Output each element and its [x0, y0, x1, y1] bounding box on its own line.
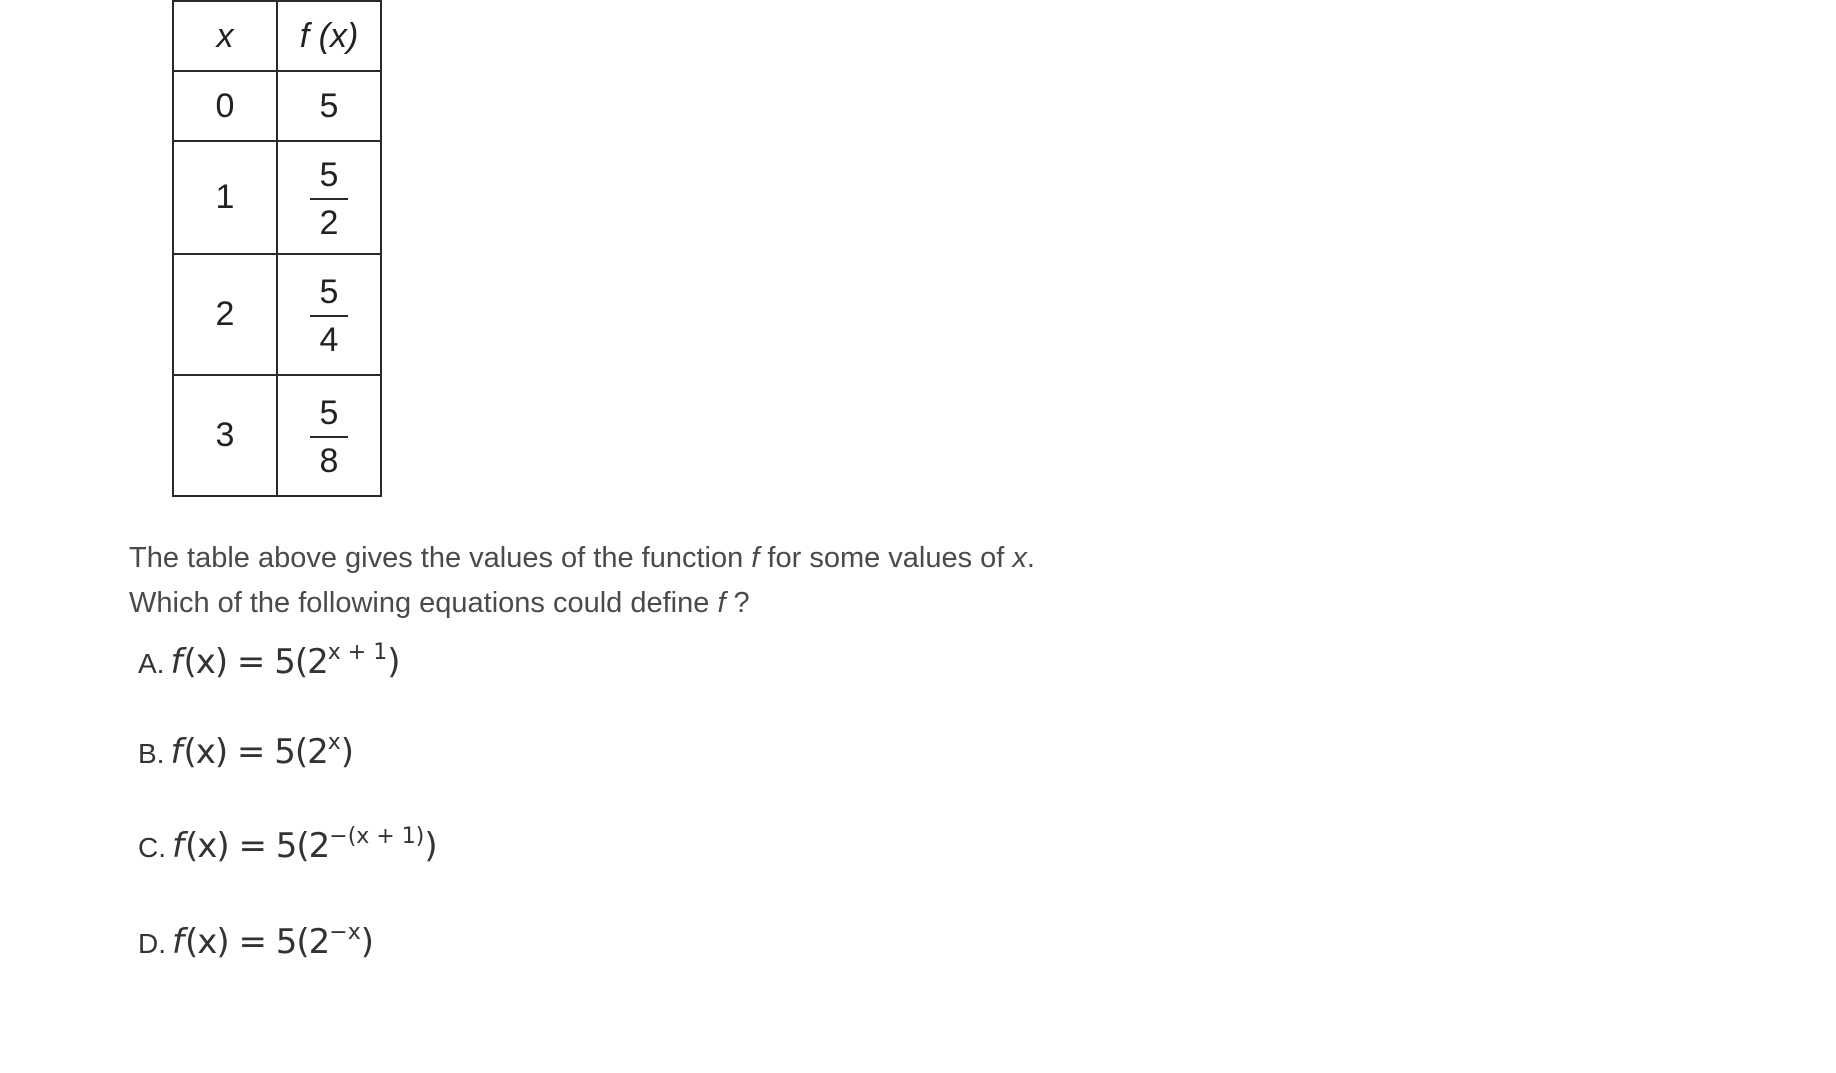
- eq-rhs: = 5(2: [227, 732, 329, 772]
- q1-part-c: .: [1026, 542, 1035, 574]
- cell-fx: 5 4: [276, 253, 382, 376]
- cell-x: 2: [172, 253, 278, 376]
- q2-part-a: Which of the following equations could d…: [129, 587, 718, 619]
- eq-fn: f: [172, 922, 184, 962]
- eq-exponent: −x: [329, 920, 361, 945]
- eq-fn: f: [172, 826, 184, 866]
- fraction-numerator: 5: [319, 272, 339, 311]
- table-row: 2 5 4: [172, 253, 382, 376]
- header-f-arg: (x): [318, 16, 359, 55]
- cell-fx: 5 2: [276, 140, 382, 255]
- choice-d[interactable]: D. f(x) = 5(2−x): [138, 920, 374, 962]
- page: x f (x) 0 5 1 5 2 2 5 4 3 5 8 The table …: [0, 0, 1836, 1073]
- cell-x: 3: [172, 374, 278, 497]
- header-x: x: [172, 0, 278, 72]
- choice-a[interactable]: A. f(x) = 5(2x + 1): [138, 640, 400, 682]
- q1-part-a: The table above gives the values of the …: [129, 542, 752, 574]
- q2-part-b: ?: [725, 587, 750, 619]
- fraction: 5 2: [310, 158, 348, 240]
- eq-exponent: x: [327, 730, 341, 755]
- fraction-denominator: 8: [319, 441, 339, 480]
- choice-equation: f(x) = 5(2x + 1): [170, 640, 400, 682]
- choice-letter: A.: [138, 648, 165, 679]
- choice-equation: f(x) = 5(2−x): [172, 920, 374, 962]
- eq-rhs: = 5(2: [227, 642, 329, 682]
- cell-fx: 5: [276, 70, 382, 142]
- eq-arg: (x): [183, 642, 228, 682]
- fraction-numerator: 5: [319, 155, 339, 194]
- cell-fx: 5 8: [276, 374, 382, 497]
- q1-part-b: for some values of: [759, 542, 1013, 574]
- eq-arg: (x): [183, 732, 228, 772]
- cell-x: 1: [172, 140, 278, 255]
- fraction-denominator: 4: [319, 320, 339, 359]
- eq-rhs: = 5(2: [228, 922, 330, 962]
- eq-close: ): [424, 826, 437, 866]
- eq-exponent: −(x + 1): [329, 824, 425, 849]
- header-x-label: x: [216, 16, 234, 55]
- fraction-denominator: 2: [319, 203, 339, 242]
- eq-fn: f: [170, 642, 182, 682]
- choice-equation: f(x) = 5(2−(x + 1)): [172, 824, 438, 866]
- table-row: 0 5: [172, 70, 382, 142]
- choice-equation: f(x) = 5(2x): [170, 730, 354, 772]
- question-text: The table above gives the values of the …: [129, 536, 1035, 626]
- fraction-numerator: 5: [319, 393, 339, 432]
- eq-close: ): [387, 642, 400, 682]
- q1-x: x: [1012, 542, 1027, 574]
- eq-fn: f: [170, 732, 182, 772]
- question-line-2: Which of the following equations could d…: [129, 581, 1035, 626]
- choice-letter: B.: [138, 738, 165, 769]
- fraction: 5 8: [310, 396, 348, 478]
- fraction: 5 4: [310, 275, 348, 357]
- choice-b[interactable]: B. f(x) = 5(2x): [138, 730, 354, 772]
- question-line-1: The table above gives the values of the …: [129, 536, 1035, 581]
- q2-f: f: [717, 587, 726, 619]
- function-table: x f (x) 0 5 1 5 2 2 5 4 3 5 8: [172, 0, 382, 497]
- header-f-label: f: [299, 16, 310, 55]
- eq-arg: (x): [184, 922, 230, 962]
- eq-close: ): [340, 732, 354, 772]
- choice-letter: C.: [138, 832, 166, 863]
- choice-c[interactable]: C. f(x) = 5(2−(x + 1)): [138, 824, 438, 866]
- table-row: 1 5 2: [172, 140, 382, 255]
- table-header-row: x f (x): [172, 0, 382, 72]
- eq-rhs: = 5(2: [228, 826, 330, 866]
- table-row: 3 5 8: [172, 374, 382, 497]
- eq-arg: (x): [184, 826, 230, 866]
- eq-exponent: x + 1: [327, 640, 388, 665]
- eq-close: ): [360, 922, 374, 962]
- header-fx: f (x): [276, 0, 382, 72]
- cell-x: 0: [172, 70, 278, 142]
- choice-letter: D.: [138, 928, 166, 959]
